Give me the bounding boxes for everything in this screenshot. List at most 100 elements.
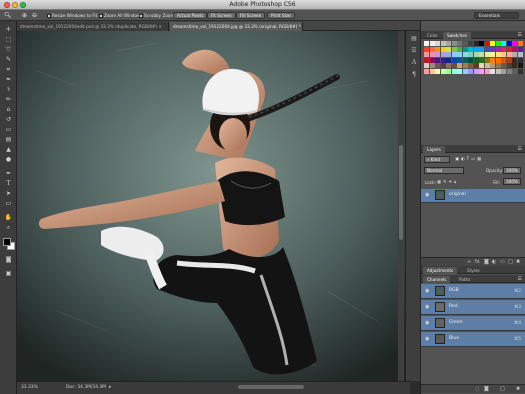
- color-swatch[interactable]: [457, 68, 462, 74]
- delete-channel-icon[interactable]: ✖: [516, 386, 520, 392]
- layer-name[interactable]: original: [449, 192, 466, 197]
- color-swatch[interactable]: [484, 68, 490, 74]
- color-swatch[interactable]: [495, 52, 501, 57]
- color-swatch[interactable]: [468, 63, 473, 68]
- new-channel-icon[interactable]: □: [500, 386, 505, 392]
- color-swatch[interactable]: [506, 57, 512, 63]
- lasso-tool-icon[interactable]: ➰: [2, 45, 15, 54]
- color-swatch[interactable]: [462, 57, 468, 63]
- delete-layer-icon[interactable]: ✖: [516, 259, 520, 265]
- color-swatch[interactable]: [484, 57, 490, 63]
- visibility-eye-icon[interactable]: ◉: [425, 288, 429, 294]
- paragraph-panel-icon[interactable]: ¶: [410, 71, 418, 79]
- color-swatch[interactable]: [457, 57, 462, 63]
- add-mask-icon[interactable]: ◙: [484, 259, 489, 265]
- color-swatch[interactable]: [473, 57, 479, 63]
- color-swatch[interactable]: [506, 46, 512, 52]
- tab-original-document[interactable]: dreamstime_xxl_19122004.jpg @ 33.3% (ori…: [170, 22, 303, 31]
- color-swatch[interactable]: [512, 68, 517, 74]
- zoom-tool-icon[interactable]: 🔍︎: [4, 12, 12, 19]
- color-swatch[interactable]: [517, 63, 523, 68]
- lock-icons[interactable]: ▦✎✛🔒︎: [437, 179, 458, 184]
- color-swatch[interactable]: [479, 63, 484, 68]
- color-swatch[interactable]: [512, 52, 517, 57]
- color-swatch[interactable]: [457, 41, 462, 46]
- adjustment-layer-icon[interactable]: ◐: [492, 259, 496, 265]
- channel-row-blue[interactable]: ◉ Blue ⌘5: [421, 332, 525, 347]
- zoom-all-windows-checkbox[interactable]: Zoom All Windows: [99, 12, 143, 19]
- color-swatch[interactable]: [468, 46, 473, 52]
- fill-screen-button[interactable]: Fill Screen: [236, 12, 266, 19]
- color-swatch[interactable]: [517, 52, 523, 57]
- color-swatch[interactable]: [473, 46, 479, 52]
- color-swatch[interactable]: [479, 57, 484, 63]
- layer-filter-icons[interactable]: ▣◐T▭▦: [455, 156, 483, 161]
- color-swatch[interactable]: [479, 46, 484, 52]
- color-swatch[interactable]: [479, 41, 484, 46]
- visibility-eye-icon[interactable]: ◉: [425, 192, 429, 198]
- color-swatch[interactable]: [446, 41, 451, 46]
- character-panel-icon[interactable]: A: [410, 59, 418, 67]
- tab-paths[interactable]: Paths: [455, 276, 474, 283]
- panel-menu-icon[interactable]: ☰: [518, 146, 522, 152]
- brush-tool-icon[interactable]: ✏: [2, 95, 15, 104]
- color-swatch[interactable]: [440, 57, 446, 63]
- status-menu-arrow-icon[interactable]: ▸: [109, 385, 111, 390]
- color-swatch[interactable]: [440, 41, 446, 46]
- history-panel-icon[interactable]: ▤: [410, 35, 418, 43]
- color-swatch[interactable]: [462, 63, 468, 68]
- color-swatch[interactable]: [501, 68, 506, 74]
- color-swatch[interactable]: [495, 57, 501, 63]
- color-swatch[interactable]: [517, 46, 523, 52]
- tab-styles[interactable]: Styles: [463, 267, 484, 274]
- color-swatch[interactable]: [501, 52, 506, 57]
- blur-tool-icon[interactable]: ▲: [2, 145, 15, 154]
- save-selection-icon[interactable]: ◙: [484, 386, 489, 392]
- tab-layers[interactable]: Layers: [423, 146, 445, 153]
- type-tool-icon[interactable]: T: [2, 179, 15, 188]
- color-swatch[interactable]: [506, 41, 512, 46]
- color-swatch[interactable]: [429, 57, 435, 63]
- fill-input[interactable]: 100%: [503, 178, 521, 185]
- shape-tool-icon[interactable]: ▭: [2, 199, 15, 208]
- tab-adjustments[interactable]: Adjustments: [423, 267, 458, 274]
- color-swatch[interactable]: [484, 41, 490, 46]
- color-swatch[interactable]: [451, 63, 457, 68]
- color-swatch[interactable]: [440, 63, 446, 68]
- color-swatch[interactable]: [501, 41, 506, 46]
- color-swatch[interactable]: [512, 57, 517, 63]
- color-swatch[interactable]: [468, 68, 473, 74]
- color-swatch[interactable]: [490, 68, 495, 74]
- healing-brush-tool-icon[interactable]: ⚕: [2, 85, 15, 94]
- new-layer-icon[interactable]: □: [508, 259, 513, 265]
- color-swatch[interactable]: [479, 52, 484, 57]
- color-swatch[interactable]: [473, 68, 479, 74]
- color-swatch[interactable]: [506, 52, 512, 57]
- color-swatch[interactable]: [490, 46, 495, 52]
- color-swatch[interactable]: [451, 57, 457, 63]
- color-swatch[interactable]: [446, 52, 451, 57]
- color-swatch[interactable]: [451, 46, 457, 52]
- color-swatch[interactable]: [462, 41, 468, 46]
- color-swatch[interactable]: [468, 52, 473, 57]
- layer-kind-filter[interactable]: ⌕ Kind: [424, 156, 450, 163]
- color-swatch[interactable]: [457, 46, 462, 52]
- color-swatch[interactable]: [446, 63, 451, 68]
- color-swatch[interactable]: [490, 52, 495, 57]
- document-canvas[interactable]: [17, 31, 410, 381]
- color-swatch[interactable]: [501, 46, 506, 52]
- color-swatch[interactable]: [424, 46, 429, 52]
- color-swatch[interactable]: [462, 52, 468, 57]
- color-swatch[interactable]: [435, 57, 440, 63]
- color-swatch[interactable]: [429, 63, 435, 68]
- tab-channels[interactable]: Channels: [423, 276, 451, 283]
- color-swatch[interactable]: [462, 46, 468, 52]
- eraser-tool-icon[interactable]: ▭: [2, 125, 15, 134]
- zoom-tool-icon[interactable]: ⌕: [2, 223, 15, 232]
- visibility-eye-icon[interactable]: ◉: [425, 336, 429, 342]
- color-swatch[interactable]: [501, 63, 506, 68]
- load-selection-icon[interactable]: ◌: [475, 386, 479, 392]
- quick-mask-icon[interactable]: ◙: [2, 255, 15, 264]
- resize-windows-checkbox[interactable]: Resize Windows to Fit: [47, 12, 97, 19]
- hand-tool-icon[interactable]: ✋: [2, 213, 15, 222]
